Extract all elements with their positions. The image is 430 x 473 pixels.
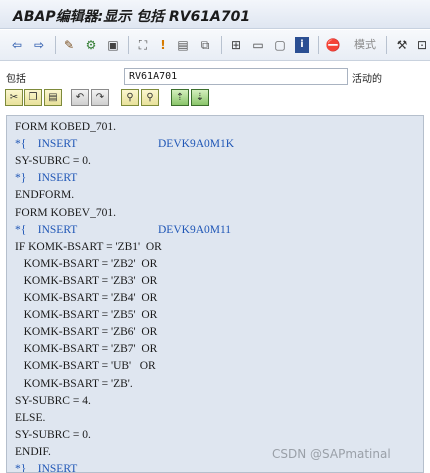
toolbar-separator — [128, 36, 129, 54]
code-line: KOMK-BSART = 'ZB5' OR — [15, 308, 158, 322]
code-line: ENDIF. — [15, 445, 51, 459]
toolbar-separator — [386, 36, 387, 54]
code-line: *} INSERT — [15, 462, 78, 473]
code-line: *} INSERT — [15, 171, 77, 185]
back-icon[interactable]: ⇦ — [10, 37, 24, 53]
code-line-text: FORM KOBED_701. — [15, 121, 116, 133]
code-line-text: *} INSERT — [15, 463, 78, 473]
code-line-text: KOMK-BSART = 'ZB2' OR — [15, 257, 158, 270]
code-line-text: *{ INSERT — [15, 138, 78, 151]
code-line: SY-SUBRC = 0. — [15, 154, 91, 168]
code-line-text: KOMK-BSART = 'ZB6' OR — [15, 326, 158, 339]
transport-request-ref: DEVK9A0M1K — [158, 138, 235, 151]
transport-request-ref: DEVK9A0M11 — [158, 223, 232, 236]
title-bar: ABAP编辑器:显示 包括 RV61A701 — [0, 0, 430, 29]
check-icon[interactable]: ⛶ — [136, 37, 150, 53]
code-line-text: *} INSERT — [15, 172, 78, 185]
code-line-text: KOMK-BSART = 'ZB3' OR — [15, 274, 158, 287]
display-icon[interactable]: ▢ — [273, 37, 287, 53]
code-line-text: KOMK-BSART = 'ZB7' OR — [15, 343, 158, 356]
code-line: KOMK-BSART = 'UB' OR — [15, 359, 156, 373]
code-line: ENDFORM. — [15, 188, 74, 202]
toolbar-separator — [55, 36, 56, 54]
code-line-text: KOMK-BSART = 'ZB4' OR — [15, 292, 158, 304]
flag-icon[interactable]: ! — [158, 37, 168, 53]
window-title: ABAP编辑器:显示 包括 RV61A701 — [13, 9, 251, 25]
settings-icon[interactable]: ⚒ — [395, 37, 409, 53]
watermark: CSDN @SAPmatinal — [272, 447, 391, 461]
undo-icon[interactable]: ↶ — [71, 89, 89, 106]
code-line: ELSE. — [15, 411, 45, 425]
insert-icon[interactable]: ▭ — [251, 37, 265, 53]
code-line-text: *{ INSERT — [15, 223, 78, 236]
code-line-text: ENDIF. — [15, 445, 51, 458]
code-line-text: SY-SUBRC = 0. — [15, 428, 91, 441]
code-line: SY-SUBRC = 4. — [15, 394, 91, 408]
code-line: SY-SUBRC = 0. — [15, 428, 91, 442]
forward-icon[interactable]: ⇨ — [32, 37, 46, 53]
download-icon[interactable]: ⇣ — [191, 89, 209, 106]
include-label: 包括 — [6, 74, 26, 85]
code-line-text: KOMK-BSART = 'ZB'. — [15, 377, 133, 390]
code-line: FORM KOBEV_701. — [15, 206, 116, 220]
cut-icon[interactable]: ✂ — [5, 89, 23, 106]
find-icon[interactable]: ⚲ — [121, 89, 139, 106]
editor-toolbar: ✂ ❐ ▤ ↶ ↷ ⚲ ⚲ ⇡ ⇣ — [0, 87, 430, 109]
code-line: FORM KOBED_701. — [15, 120, 116, 134]
code-line-text: KOMK-BSART = 'ZB5' OR — [15, 309, 158, 322]
code-line: IF KOMK-BSART = 'ZB1' OR — [15, 240, 162, 254]
status-label: 活动的 — [352, 74, 382, 85]
code-line: KOMK-BSART = 'ZB4' OR — [15, 291, 158, 305]
bookmark-icon[interactable]: ▤ — [176, 37, 190, 53]
toolbar-separator — [318, 36, 319, 54]
code-line-text: FORM KOBEV_701. — [15, 206, 116, 219]
code-line-text: ENDFORM. — [15, 189, 75, 202]
code-line: KOMK-BSART = 'ZB3' OR — [15, 274, 158, 288]
redo-icon[interactable]: ↷ — [91, 89, 109, 106]
code-line-text: IF KOMK-BSART = 'ZB1' OR — [15, 240, 162, 253]
code-line: *{ INSERT DEVK9A0M11 — [15, 223, 231, 237]
code-line-text: ELSE. — [15, 411, 46, 424]
include-name-field[interactable]: RV61A701 — [124, 68, 348, 85]
code-line-text: SY-SUBRC = 0. — [15, 155, 91, 168]
code-line-text: SY-SUBRC = 4. — [15, 394, 91, 407]
code-line: KOMK-BSART = 'ZB7' OR — [15, 342, 158, 356]
stop-icon[interactable]: ⛔ — [326, 37, 341, 53]
paste-icon[interactable]: ▤ — [44, 89, 62, 106]
other-object-icon[interactable]: ▣ — [106, 37, 120, 53]
edit-icon[interactable]: ✎ — [62, 37, 76, 53]
application-toolbar: ⇦ ⇨ ✎ ⚙ ▣ ⛶ ! ▤ ⧉ ⊞ ▭ ▢ i ⛔ 模式 ⚒ ⊡ — [0, 30, 430, 61]
toggle-icon[interactable]: ⚙ — [84, 37, 98, 53]
upload-icon[interactable]: ⇡ — [171, 89, 189, 106]
code-editor[interactable]: FORM KOBED_701. *{ INSERT DEVK9A0M1K SY-SUB… — [6, 115, 424, 473]
code-line-text: KOMK-BSART = 'UB' OR — [15, 360, 156, 373]
copy-icon[interactable]: ❐ — [24, 89, 42, 106]
more-icon[interactable]: ⊡ — [416, 37, 428, 53]
info-icon[interactable]: i — [295, 37, 309, 53]
code-line: KOMK-BSART = 'ZB6' OR — [15, 325, 158, 339]
pattern-button[interactable]: 模式 — [353, 37, 377, 53]
find-next-icon[interactable]: ⚲ — [141, 89, 159, 106]
network-icon[interactable]: ⊞ — [229, 37, 243, 53]
code-line: *{ INSERT DEVK9A0M1K — [15, 137, 234, 151]
code-line: KOMK-BSART = 'ZB'. — [15, 377, 133, 391]
where-used-icon[interactable]: ⧉ — [198, 37, 212, 53]
code-line: KOMK-BSART = 'ZB2' OR — [15, 257, 158, 271]
toolbar-separator — [221, 36, 222, 54]
